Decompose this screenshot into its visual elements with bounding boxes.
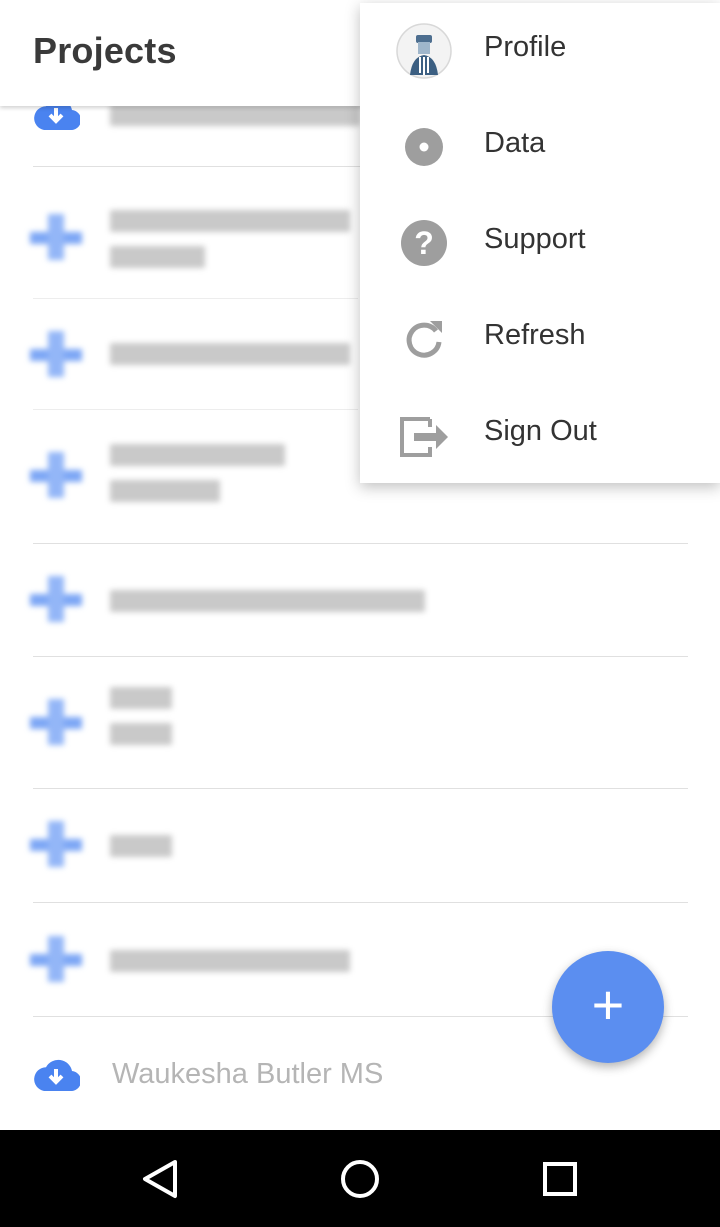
cloud-download-icon [30, 214, 82, 260]
avatar [396, 23, 452, 79]
menu-item-sign-out[interactable]: Sign Out [360, 387, 720, 483]
cloud-download-icon [30, 576, 82, 622]
menu-label: Data [484, 127, 546, 159]
divider [33, 543, 688, 544]
divider [33, 656, 688, 657]
blurred-text [110, 343, 350, 379]
overflow-menu: Profile Data ? Support Refresh Sign Out [360, 3, 720, 483]
home-icon[interactable] [335, 1154, 385, 1204]
menu-label: Refresh [484, 319, 586, 351]
data-disc-icon [405, 128, 443, 166]
back-icon[interactable] [135, 1154, 185, 1204]
list-item[interactable] [0, 671, 720, 781]
cloud-download-icon [30, 452, 82, 498]
project-name: Waukesha Butler MS [112, 1058, 384, 1090]
menu-label: Support [484, 223, 586, 255]
svg-text:?: ? [414, 225, 434, 261]
blurred-text [110, 210, 350, 282]
blurred-text [110, 687, 172, 759]
menu-label: Sign Out [484, 415, 597, 447]
blurred-text [110, 106, 360, 140]
page-title: Projects [33, 30, 177, 71]
system-nav-bar [0, 1130, 720, 1227]
refresh-icon [406, 321, 442, 358]
cloud-download-icon [30, 936, 82, 982]
list-item[interactable] [0, 556, 720, 656]
blurred-text [110, 590, 425, 626]
cloud-download-icon [30, 699, 82, 745]
blurred-text [110, 835, 172, 871]
cloud-download-icon [34, 1059, 80, 1091]
list-item[interactable] [0, 801, 720, 901]
sign-out-icon [400, 417, 448, 457]
cloud-download-icon [30, 821, 82, 867]
menu-item-data[interactable]: Data [360, 99, 720, 195]
cloud-download-icon [34, 106, 80, 130]
menu-label: Profile [484, 31, 567, 63]
divider [33, 902, 688, 903]
menu-item-refresh[interactable]: Refresh [360, 291, 720, 387]
add-project-button[interactable]: + [552, 951, 664, 1063]
blurred-text [110, 444, 285, 516]
cloud-download-icon [30, 331, 82, 377]
divider [33, 788, 688, 789]
help-icon: ? [401, 220, 447, 266]
menu-item-support[interactable]: ? Support [360, 195, 720, 291]
menu-item-profile[interactable]: Profile [360, 3, 720, 99]
divider [33, 298, 358, 299]
blurred-text [110, 950, 350, 986]
divider [33, 409, 358, 410]
recents-icon[interactable] [535, 1154, 585, 1204]
